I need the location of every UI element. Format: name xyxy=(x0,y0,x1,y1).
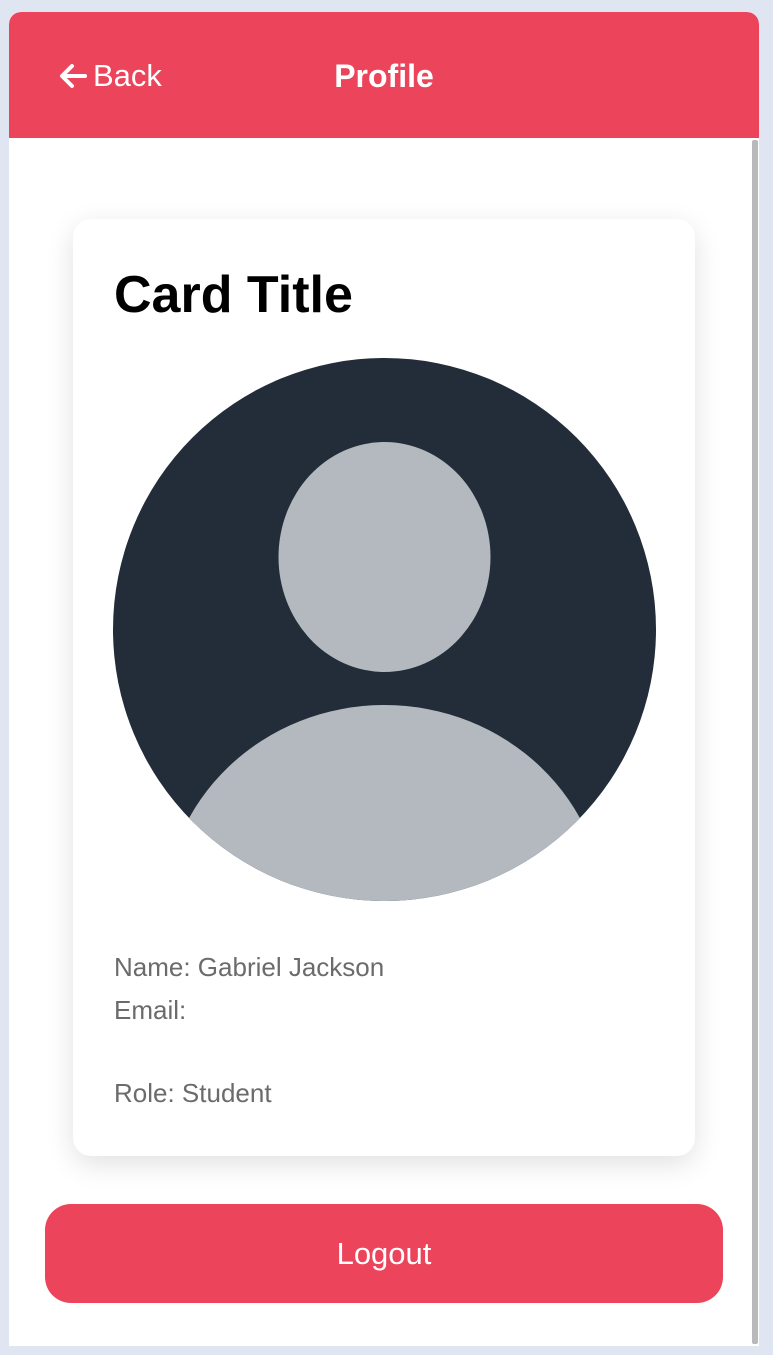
header-bar: Back Profile xyxy=(9,12,759,138)
profile-info: Name: Gabriel Jackson Email: Role: Stude… xyxy=(114,946,384,1115)
app-frame: Back Profile Card Title Name: Gabriel Ja… xyxy=(9,12,759,1346)
profile-email: Email: xyxy=(114,995,187,1025)
profile-name: Name: Gabriel Jackson xyxy=(114,952,385,982)
card-title: Card Title xyxy=(114,266,353,324)
page-title: Profile xyxy=(334,58,434,94)
profile-role: Role: Student xyxy=(114,1078,272,1108)
logout-button[interactable]: Logout xyxy=(45,1204,723,1303)
profile-card: Card Title Name: Gabriel Jackson Email: … xyxy=(73,219,695,1156)
scrollbar-thumb[interactable] xyxy=(752,140,758,1344)
profile-info-spacer xyxy=(114,1032,384,1072)
user-avatar-icon xyxy=(113,358,656,901)
